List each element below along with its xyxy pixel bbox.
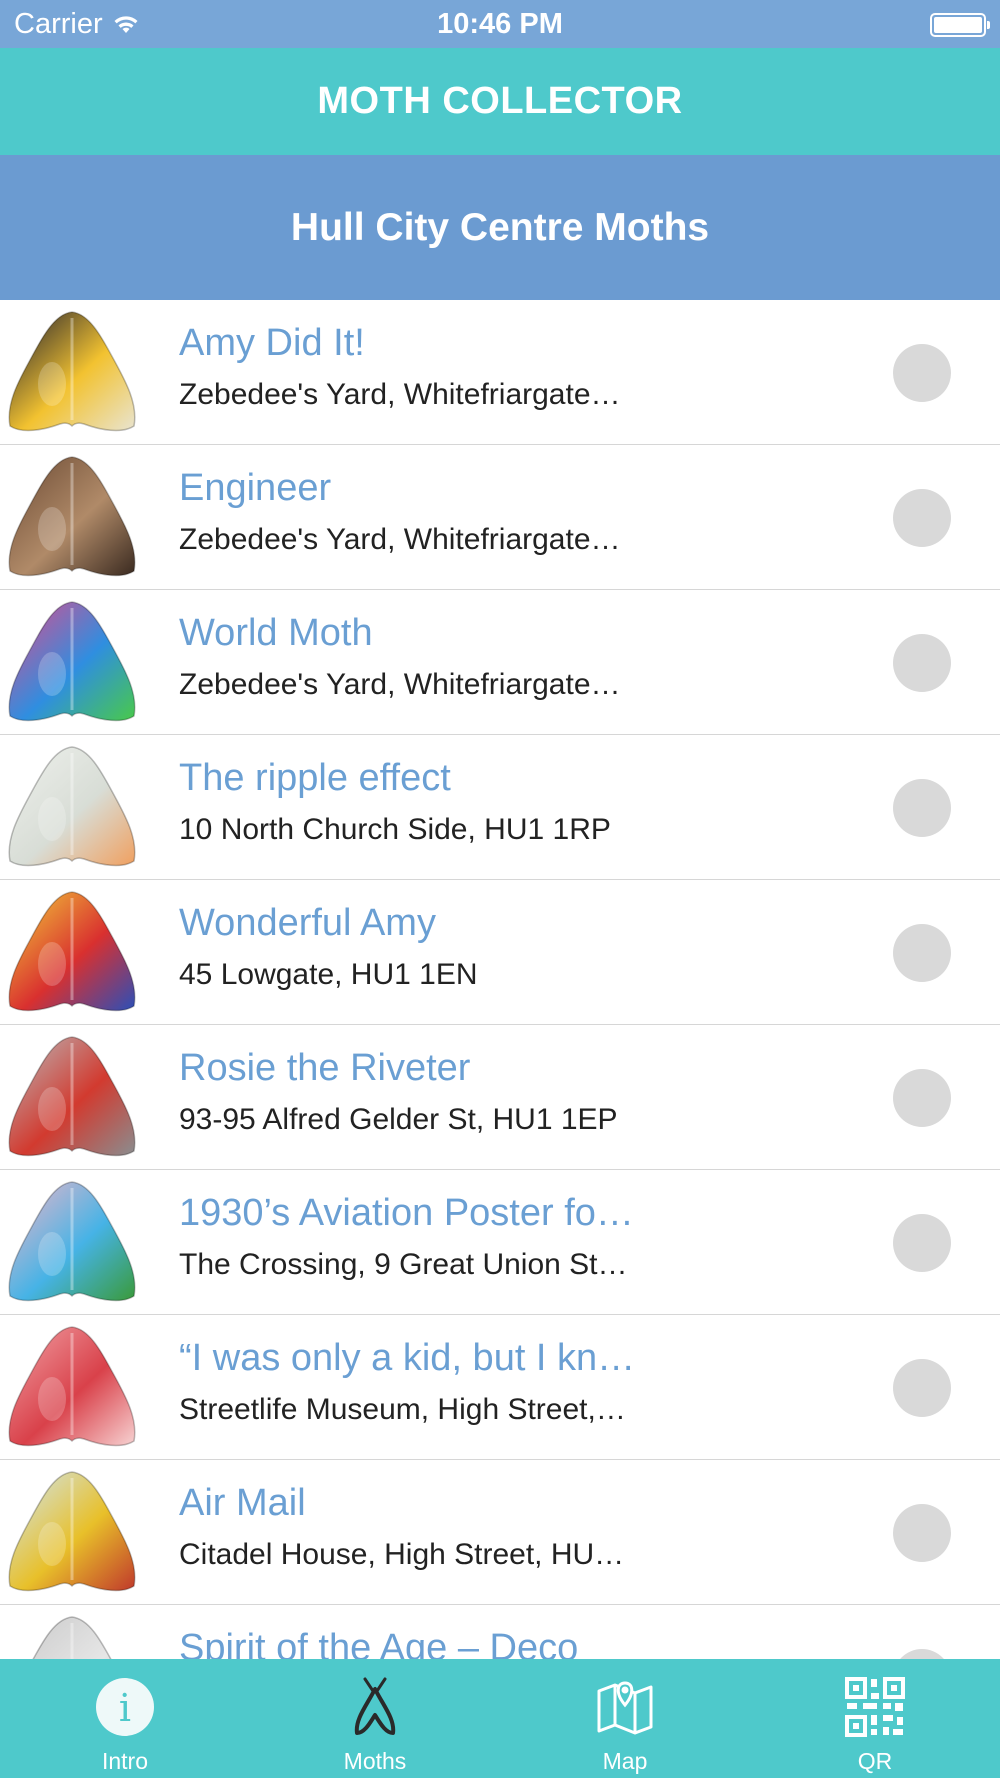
tab-map[interactable]: Map	[500, 1659, 750, 1778]
moth-row[interactable]: Wonderful Amy 45 Lowgate, HU1 1EN	[0, 880, 1000, 1025]
moth-row[interactable]: Spirit of the Age – Deco	[0, 1605, 1000, 1659]
moth-address: 93-95 Alfred Gelder St, HU1 1EP	[179, 1103, 618, 1136]
moth-address: Zebedee's Yard, Whitefriargate…	[179, 668, 621, 701]
collected-indicator[interactable]	[893, 489, 951, 547]
moth-title: World Moth	[179, 612, 373, 654]
battery-icon	[930, 13, 990, 37]
tab-intro-label: Intro	[101, 1748, 149, 1774]
map-icon	[597, 1681, 653, 1735]
status-time: 10:46 PM	[437, 8, 563, 40]
moth-row[interactable]: Rosie the Riveter 93-95 Alfred Gelder St,…	[0, 1025, 1000, 1170]
tab-map-label: Map	[602, 1748, 648, 1774]
moth-thumbnail	[4, 1033, 140, 1163]
tab-moths[interactable]: Moths	[250, 1659, 500, 1778]
section-header: Hull City Centre Moths	[0, 155, 1000, 300]
collected-indicator[interactable]	[893, 1359, 951, 1417]
moth-thumbnail	[4, 1613, 140, 1659]
moth-row[interactable]: The ripple effect 10 North Church Side, H…	[0, 735, 1000, 880]
moth-address: The Crossing, 9 Great Union St…	[179, 1248, 628, 1281]
moth-title: Amy Did It!	[179, 322, 365, 364]
moth-thumbnail	[4, 1178, 140, 1308]
collected-indicator[interactable]	[893, 779, 951, 837]
collected-indicator[interactable]	[893, 1649, 951, 1659]
tab-qr[interactable]: QR	[750, 1659, 1000, 1778]
moth-title: Wonderful Amy	[179, 902, 436, 944]
collected-indicator[interactable]	[893, 634, 951, 692]
moth-thumbnail	[4, 1468, 140, 1598]
moth-row[interactable]: 1930’s Aviation Poster fo… The Crossing, …	[0, 1170, 1000, 1315]
moth-row[interactable]: Engineer Zebedee's Yard, Whitefriargate…	[0, 445, 1000, 590]
moth-title: Engineer	[179, 467, 332, 509]
moth-title: Spirit of the Age – Deco	[179, 1627, 579, 1659]
moth-thumbnail	[4, 1323, 140, 1453]
tab-bar: i Intro Moths Map QR	[0, 1659, 1000, 1778]
qr-icon	[845, 1677, 905, 1737]
svg-text:i: i	[119, 1686, 131, 1730]
status-bar: Carrier 10:46 PM	[0, 0, 1000, 48]
moth-address: Citadel House, High Street, HU…	[179, 1538, 625, 1571]
collected-indicator[interactable]	[893, 344, 951, 402]
collected-indicator[interactable]	[893, 924, 951, 982]
moth-icon	[354, 1677, 396, 1735]
info-icon: i	[96, 1678, 154, 1736]
moth-address: 45 Lowgate, HU1 1EN	[179, 958, 478, 991]
moth-thumbnail	[4, 888, 140, 1018]
moth-address: Zebedee's Yard, Whitefriargate…	[179, 378, 621, 411]
collected-indicator[interactable]	[893, 1069, 951, 1127]
moth-title: Air Mail	[179, 1482, 306, 1524]
moth-thumbnail	[4, 308, 140, 438]
moth-thumbnail	[4, 453, 140, 583]
moth-title: Rosie the Riveter	[179, 1047, 471, 1089]
moth-title: The ripple effect	[179, 757, 451, 799]
tab-qr-label: QR	[857, 1748, 893, 1774]
moth-address: Streetlife Museum, High Street,…	[179, 1393, 626, 1426]
moth-row[interactable]: World Moth Zebedee's Yard, Whitefriargate…	[0, 590, 1000, 735]
moth-thumbnail	[4, 598, 140, 728]
moth-list[interactable]: Amy Did It! Zebedee's Yard, Whitefriargat…	[0, 300, 1000, 1659]
moth-title: “I was only a kid, but I kn…	[179, 1337, 636, 1379]
collected-indicator[interactable]	[893, 1214, 951, 1272]
moth-row[interactable]: Air Mail Citadel House, High Street, HU…	[0, 1460, 1000, 1605]
nav-title: MOTH COLLECTOR	[0, 48, 1000, 155]
moth-address: Zebedee's Yard, Whitefriargate…	[179, 523, 621, 556]
collected-indicator[interactable]	[893, 1504, 951, 1562]
tab-intro[interactable]: i Intro	[0, 1659, 250, 1778]
moth-address: 10 North Church Side, HU1 1RP	[179, 813, 611, 846]
tab-moths-label: Moths	[343, 1748, 407, 1774]
moth-title: 1930’s Aviation Poster fo…	[179, 1192, 634, 1234]
moth-thumbnail	[4, 743, 140, 873]
moth-row[interactable]: Amy Did It! Zebedee's Yard, Whitefriargat…	[0, 300, 1000, 445]
moth-row[interactable]: “I was only a kid, but I kn… Streetlife M…	[0, 1315, 1000, 1460]
